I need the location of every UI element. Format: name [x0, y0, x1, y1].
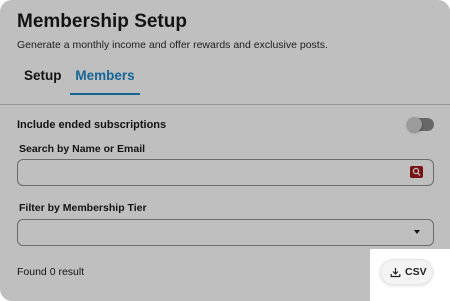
search-icon[interactable] [410, 166, 423, 178]
export-csv-button[interactable]: CSV [380, 259, 433, 285]
page-title: Membership Setup [17, 11, 187, 32]
page-subtitle: Generate a monthly income and offer rewa… [17, 39, 328, 51]
tier-select[interactable] [17, 219, 434, 246]
search-label: Search by Name or Email [19, 143, 146, 155]
search-input[interactable] [17, 159, 434, 186]
csv-highlight-area: CSV [370, 249, 450, 301]
chevron-down-icon [414, 230, 420, 234]
tier-filter-label: Filter by Membership Tier [19, 202, 147, 214]
result-count: Found 0 result [17, 266, 85, 278]
toggle-knob [407, 117, 422, 132]
tab-members[interactable]: Members [70, 60, 140, 95]
include-ended-label: Include ended subscriptions [17, 119, 167, 131]
download-icon [390, 268, 401, 278]
tab-setup[interactable]: Setup [24, 60, 62, 95]
tab-bar: Setup Members [17, 60, 450, 96]
membership-setup-panel: Membership Setup Generate a monthly inco… [0, 0, 450, 301]
divider [0, 104, 450, 105]
csv-label: CSV [405, 266, 427, 278]
include-ended-toggle[interactable] [407, 117, 434, 132]
